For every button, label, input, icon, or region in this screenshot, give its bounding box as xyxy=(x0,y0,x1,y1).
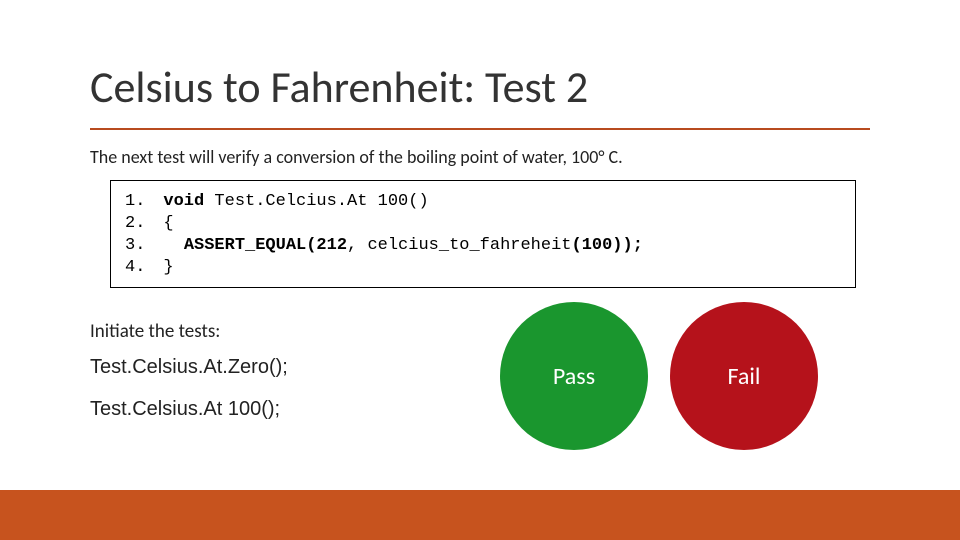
slide-title: Celsius to Fahrenheit: Test 2 xyxy=(90,60,588,114)
slide: Celsius to Fahrenheit: Test 2 The next t… xyxy=(0,0,960,540)
subtitle-text: The next test will verify a conversion o… xyxy=(90,146,623,168)
code-assert: ASSERT_EQUAL(212 xyxy=(184,236,347,255)
bottom-accent-bar xyxy=(0,490,960,540)
pass-label: Pass xyxy=(553,362,595,391)
code-keyword-void: void xyxy=(163,192,204,211)
fail-badge: Fail xyxy=(670,302,818,450)
test-call-zero: Test.Celsius.At.Zero(); xyxy=(90,356,288,379)
pass-badge: Pass xyxy=(500,302,648,450)
code-literal-100: 100 xyxy=(582,236,613,255)
code-body: void Test.Celcius.At 100() { ASSERT_EQUA… xyxy=(163,191,643,277)
test-call-100: Test.Celsius.At 100(); xyxy=(90,398,280,421)
code-line-numbers: 1. 2. 3. 4. xyxy=(125,191,145,277)
fail-label: Fail xyxy=(728,362,761,391)
initiate-label: Initiate the tests: xyxy=(90,320,220,343)
code-box: 1. 2. 3. 4. void Test.Celcius.At 100() {… xyxy=(110,180,856,288)
title-underline xyxy=(90,128,870,130)
